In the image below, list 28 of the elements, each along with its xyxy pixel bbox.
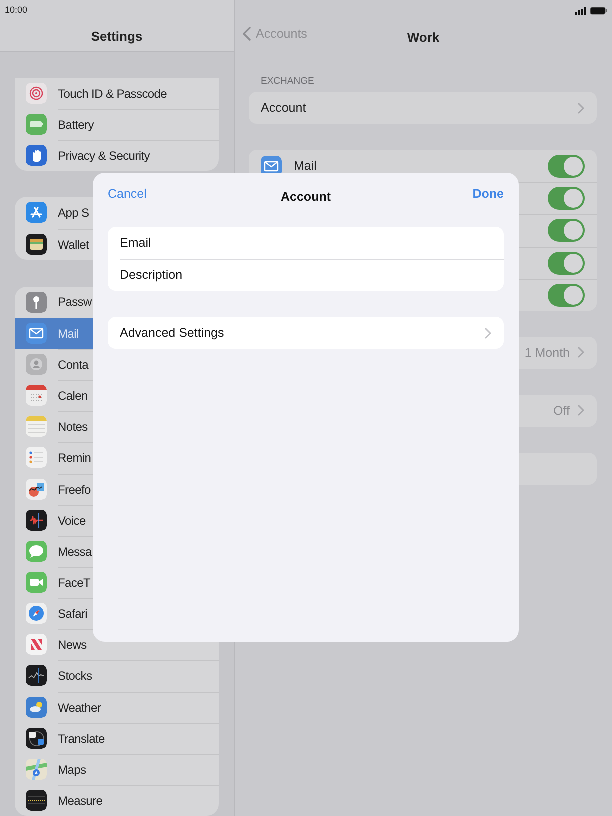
item-label: Freefo xyxy=(58,482,91,499)
item-label: Conta xyxy=(58,357,89,374)
item-label: Maps xyxy=(58,762,86,779)
sheet-title: Account xyxy=(281,190,331,204)
item-label: Translate xyxy=(58,730,105,748)
detail-title: Work xyxy=(407,30,440,46)
item-label: Privacy & Security xyxy=(58,148,150,166)
item-label: Battery xyxy=(58,117,94,134)
item-label: Weather xyxy=(58,700,102,717)
item-label: News xyxy=(58,637,87,654)
item-label: Voice xyxy=(58,512,86,530)
section-header: EXCHANGE xyxy=(261,75,316,89)
item-label: FaceT xyxy=(58,575,91,592)
item-label: Safari xyxy=(58,606,88,624)
item-label: Passw xyxy=(58,294,92,312)
item-label: Stocks xyxy=(58,668,92,686)
item-label: Notes xyxy=(58,419,88,436)
sidebar-title: Settings xyxy=(91,28,143,46)
toggle-label: Mail xyxy=(294,158,317,175)
item-label: App S xyxy=(58,204,90,222)
item-label: Remin xyxy=(58,450,92,468)
item-label: Measure xyxy=(58,792,103,810)
item-label: Mail xyxy=(58,326,79,343)
item-label: Messa xyxy=(58,544,92,561)
status-time: 10:00 xyxy=(5,4,28,18)
item-label: Calen xyxy=(58,388,88,406)
item-label: Wallet xyxy=(58,236,90,254)
item-label: Touch ID & Passcode xyxy=(58,86,168,103)
